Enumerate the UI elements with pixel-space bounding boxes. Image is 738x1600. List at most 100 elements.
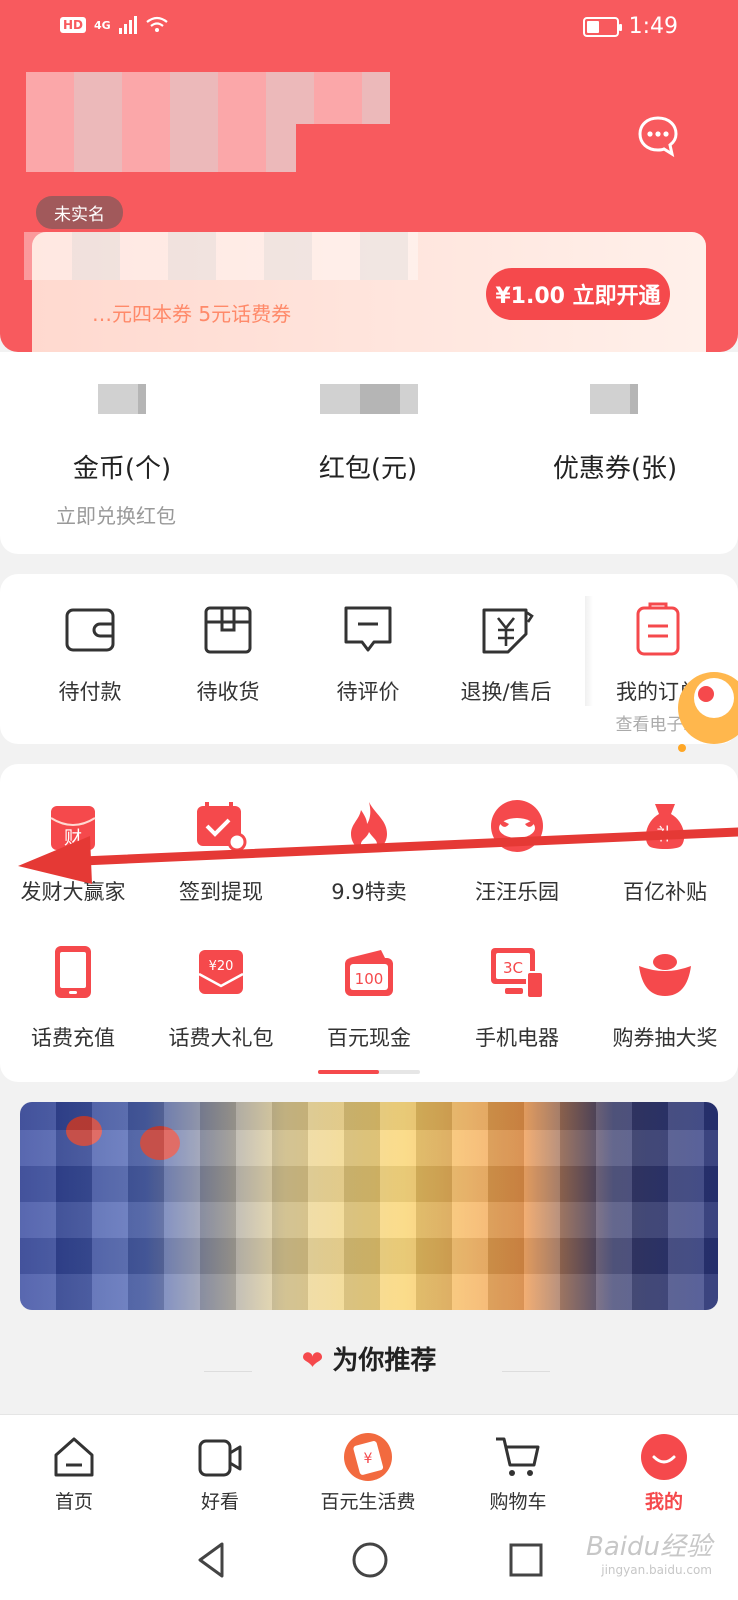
order-list-icon — [636, 602, 680, 656]
service-label: 百亿补贴 — [623, 880, 707, 904]
redpacket-asset[interactable]: 红包(元) — [306, 448, 430, 485]
divider-line — [502, 1371, 550, 1372]
electronics-text: 3C — [503, 959, 523, 977]
cash-icon: 100 — [345, 950, 393, 996]
cart-icon — [496, 1437, 540, 1476]
service-label: 汪汪乐园 — [475, 880, 559, 904]
calendar-check-icon — [197, 802, 247, 852]
network-type: 4G — [94, 18, 111, 32]
dog-face-icon — [491, 800, 543, 852]
phone-icon — [55, 946, 91, 998]
profile-icon — [641, 1434, 687, 1480]
subsidy-char: 补 — [657, 825, 674, 845]
order-pending-payment[interactable]: 待付款 — [30, 602, 150, 706]
orders-panel: 待付款 待收货 待评价 退换/售后 我的订单 查看电子发 — [0, 574, 738, 744]
service-special-sale[interactable]: 9.9特卖 — [296, 798, 442, 906]
refund-icon — [482, 608, 534, 654]
tab-home[interactable]: 首页 — [14, 1433, 134, 1514]
service-label: 9.9特卖 — [331, 880, 407, 904]
service-label: 购券抽大奖 — [612, 1026, 718, 1050]
living-allowance-icon: ¥ — [344, 1433, 392, 1481]
service-dog-park[interactable]: 汪汪乐园 — [444, 798, 590, 906]
back-nav-icon[interactable] — [192, 1540, 232, 1580]
tab-label: 首页 — [54, 1491, 93, 1513]
electronics-icon: 3C — [491, 948, 544, 999]
order-pending-review[interactable]: 待评价 — [308, 602, 428, 706]
service-phone-recharge[interactable]: 话费充值 — [0, 944, 146, 1052]
realname-badge[interactable]: 未实名 — [36, 196, 123, 229]
flame-icon — [351, 802, 387, 852]
banner-obscured — [20, 1102, 718, 1310]
gold-ingot-icon — [639, 954, 691, 996]
floating-mascot-icon[interactable] — [676, 660, 738, 760]
home-icon — [54, 1437, 94, 1477]
vip-subtitle: …元四本券 5元话费券 — [92, 302, 292, 326]
tab-video[interactable]: 好看 — [160, 1433, 280, 1514]
promo-banner[interactable] — [20, 1102, 718, 1310]
wifi-icon — [146, 16, 168, 32]
tab-profile[interactable]: 我的 — [604, 1433, 724, 1514]
service-subsidy[interactable]: 补 百亿补贴 — [592, 798, 738, 906]
service-label: 签到提现 — [179, 880, 263, 904]
coupon-asset[interactable]: 优惠券(张) — [540, 448, 690, 485]
fortune-char: 财 — [64, 828, 82, 849]
service-electronics[interactable]: 3C 手机电器 — [444, 944, 590, 1052]
home-nav-icon[interactable] — [350, 1540, 390, 1580]
vip-title-obscured — [24, 232, 418, 280]
battery-icon — [582, 16, 622, 37]
service-label: 话费大礼包 — [168, 1026, 274, 1050]
wallet-icon — [65, 608, 115, 652]
watermark-text: Baidu经验 — [586, 1532, 712, 1562]
bottom-tab-bar: 首页 好看 ¥ 百元生活费 购物车 我的 — [0, 1414, 738, 1520]
profile-header: HD 4G 1:49 未实名 …元四本券 5元话费券 ¥1.00 立即开通 — [0, 0, 738, 352]
watermark: Baidu经验 jingyan.baidu.com — [586, 1526, 712, 1577]
recents-nav-icon[interactable] — [506, 1540, 546, 1580]
service-label: 手机电器 — [475, 1026, 559, 1050]
service-phone-gift[interactable]: ¥20 话费大礼包 — [148, 944, 294, 1052]
service-label: 发财大赢家 — [20, 880, 126, 904]
tab-label: 我的 — [644, 1491, 683, 1513]
order-label: 退换/售后 — [460, 680, 552, 704]
order-label: 待付款 — [58, 680, 122, 704]
box-icon — [204, 606, 252, 654]
svg-text:¥: ¥ — [364, 1451, 373, 1467]
scroll-thumb — [318, 1070, 380, 1074]
service-lottery[interactable]: 购券抽大奖 — [592, 944, 738, 1052]
service-checkin[interactable]: 签到提现 — [148, 798, 294, 906]
coupon-value-obscured — [590, 384, 638, 414]
tab-living-allowance[interactable]: ¥ 百元生活费 — [306, 1433, 430, 1514]
service-label: 百元现金 — [327, 1026, 411, 1050]
coins-asset[interactable]: 金币(个) — [60, 448, 184, 485]
service-fortune[interactable]: 财 发财大赢家 — [0, 798, 146, 906]
coins-value-obscured — [98, 384, 146, 414]
assets-panel: 金币(个) 红包(元) 优惠券(张) 立即兑换红包 — [0, 352, 738, 554]
open-vip-button[interactable]: ¥1.00 立即开通 — [486, 268, 670, 320]
recommend-title: 为你推荐 — [332, 1346, 437, 1376]
hd-badge: HD — [60, 17, 87, 33]
order-refund[interactable]: 退换/售后 — [446, 602, 566, 706]
status-bar: HD 4G 1:49 — [0, 0, 738, 56]
services-scroll-indicator — [318, 1070, 420, 1074]
exchange-redpacket-link[interactable]: 立即兑换红包 — [56, 500, 176, 529]
service-label: 话费充值 — [31, 1026, 115, 1050]
gift-envelope-icon: ¥20 — [198, 950, 244, 994]
clock: 1:49 — [628, 14, 678, 39]
recommend-heading: ❤ 为你推荐 — [0, 1340, 738, 1377]
redpacket-value-obscured — [320, 384, 418, 414]
order-pending-delivery[interactable]: 待收货 — [168, 602, 288, 706]
vip-card[interactable]: …元四本券 5元话费券 ¥1.00 立即开通 — [24, 232, 706, 352]
user-id-obscured — [26, 124, 296, 172]
video-icon — [198, 1439, 242, 1477]
watermark-sub: jingyan.baidu.com — [601, 1563, 712, 1577]
services-panel: 财 发财大赢家 签到提现 9.9特卖 汪汪乐园 补 百亿补贴 话费充值 ¥20 … — [0, 764, 738, 1082]
tab-label: 百元生活费 — [320, 1491, 416, 1513]
cash-value: 100 — [355, 970, 384, 988]
service-cash[interactable]: 100 百元现金 — [296, 944, 442, 1052]
message-icon[interactable] — [636, 114, 680, 158]
order-label: 待收货 — [196, 680, 260, 704]
tab-label: 好看 — [200, 1491, 239, 1513]
tab-label: 购物车 — [489, 1491, 547, 1513]
tab-cart[interactable]: 购物车 — [458, 1433, 578, 1514]
envelope-value: ¥20 — [209, 959, 234, 974]
fortune-icon: 财 — [50, 806, 96, 850]
